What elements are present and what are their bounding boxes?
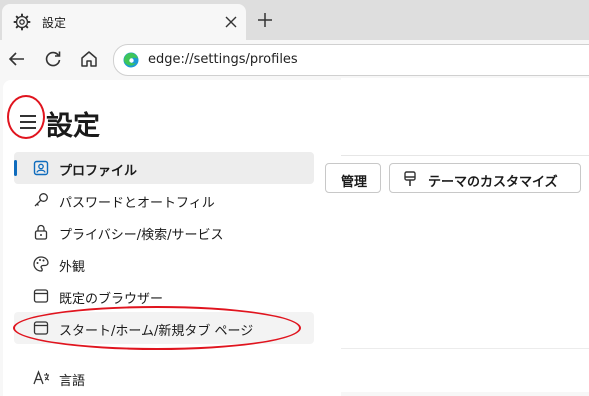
sidebar-item-language[interactable]: 言語 <box>14 362 314 394</box>
annotation-ellipse <box>13 306 301 350</box>
active-indicator <box>14 160 17 176</box>
close-icon[interactable] <box>223 14 239 30</box>
lock-icon <box>34 224 48 240</box>
tab-strip: 設定 <box>0 0 589 40</box>
address-url: edge://settings/profiles <box>148 52 298 67</box>
sidebar-item-label: プロファイル <box>59 164 138 179</box>
sidebar-item-label: 外観 <box>59 260 86 275</box>
sidebar-item-privacy[interactable]: プライバシー/検索/サービス <box>14 216 314 248</box>
address-bar[interactable]: edge://settings/profiles <box>113 44 589 76</box>
browser-toolbar: edge://settings/profiles <box>0 40 589 78</box>
language-icon <box>33 370 50 385</box>
profiles-main-panel <box>341 78 589 392</box>
browser-window-icon <box>33 289 49 303</box>
divider <box>341 155 589 156</box>
key-icon <box>34 193 48 207</box>
back-arrow-icon[interactable] <box>7 49 27 69</box>
page-title: 設定 <box>46 111 100 142</box>
paintbrush-icon <box>404 171 416 186</box>
edge-logo-icon <box>123 52 139 68</box>
sidebar-item-label: プライバシー/検索/サービス <box>59 228 224 243</box>
customize-theme-button[interactable]: テーマのカスタマイズ <box>389 163 581 193</box>
customize-theme-label: テーマのカスタマイズ <box>428 175 558 190</box>
annotation-circle <box>7 95 45 139</box>
home-icon[interactable] <box>79 49 99 69</box>
divider <box>341 348 589 349</box>
tab-title: 設定 <box>42 16 67 30</box>
new-tab-plus-icon[interactable] <box>256 11 274 29</box>
sidebar-item-appearance[interactable]: 外観 <box>14 248 314 280</box>
manage-button-label: 管理 <box>341 175 368 190</box>
gear-icon <box>13 13 31 31</box>
palette-icon <box>33 256 49 272</box>
sidebar-item-label: パスワードとオートフィル <box>59 196 215 211</box>
settings-tab[interactable]: 設定 <box>2 4 246 40</box>
sidebar-item-label: 言語 <box>59 374 86 389</box>
refresh-icon[interactable] <box>43 49 63 69</box>
sidebar-item-label: 既定のブラウザー <box>59 292 164 307</box>
profile-icon <box>33 160 49 176</box>
sidebar-item-profile[interactable]: プロファイル <box>14 152 314 184</box>
sidebar-item-passwords[interactable]: パスワードとオートフィル <box>14 184 314 216</box>
manage-button[interactable]: 管理 <box>325 163 381 193</box>
